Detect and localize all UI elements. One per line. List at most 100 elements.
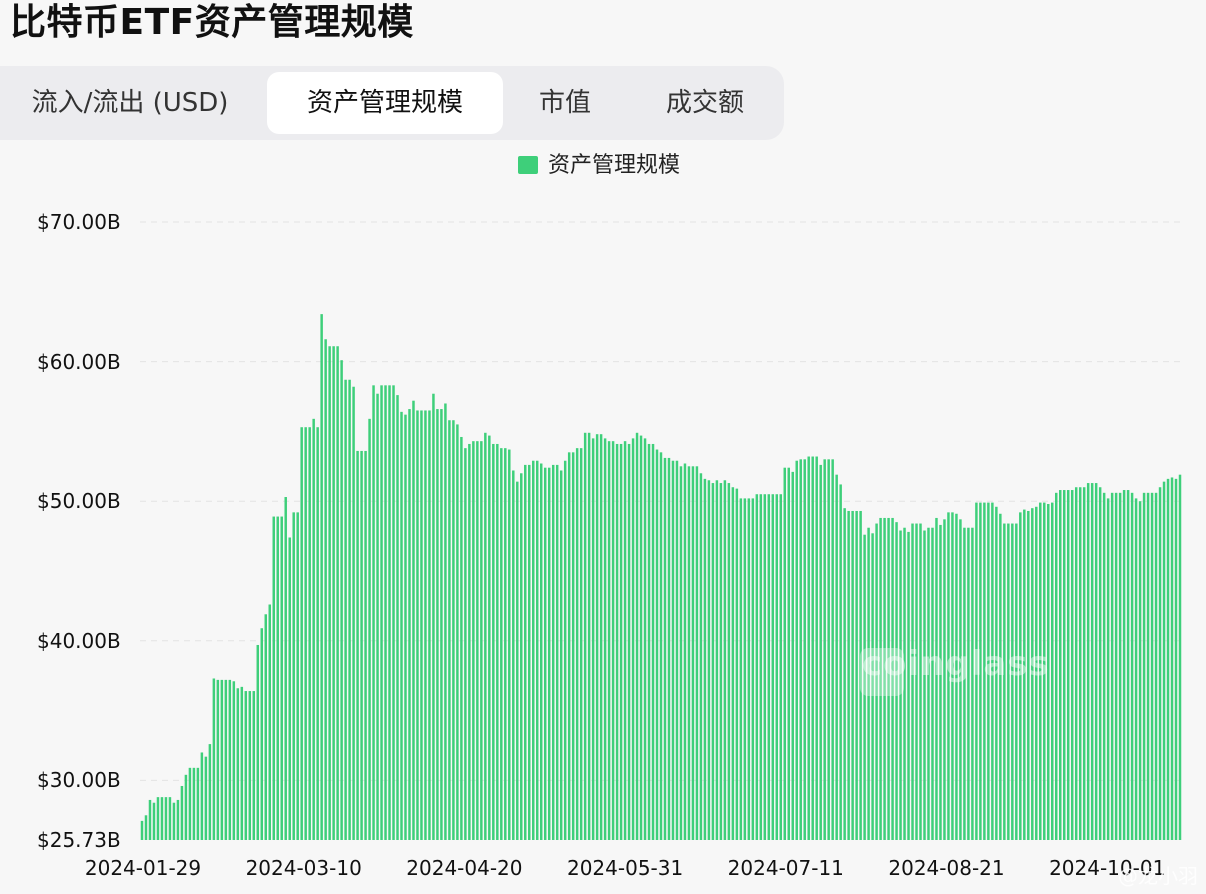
aum-bar[interactable]: [296, 512, 299, 840]
aum-bar[interactable]: [496, 443, 499, 840]
aum-bar[interactable]: [539, 463, 543, 841]
aum-bar[interactable]: [563, 460, 567, 840]
aum-bar[interactable]: [144, 815, 148, 840]
aum-bar[interactable]: [743, 498, 747, 840]
aum-bar[interactable]: [196, 767, 200, 840]
aum-bar[interactable]: [851, 510, 854, 840]
aum-bar[interactable]: [631, 438, 635, 840]
aum-bar[interactable]: [751, 498, 755, 840]
aum-bar[interactable]: [500, 448, 503, 840]
aum-bar[interactable]: [659, 452, 663, 840]
aum-bar[interactable]: [627, 443, 631, 840]
aum-bar[interactable]: [591, 438, 595, 840]
aum-bar[interactable]: [855, 510, 858, 840]
aum-bar[interactable]: [1150, 492, 1154, 840]
aum-bar[interactable]: [1146, 492, 1150, 840]
aum-bar[interactable]: [715, 480, 719, 840]
aum-bar[interactable]: [336, 346, 339, 840]
aum-bar[interactable]: [328, 346, 331, 840]
aum-bar[interactable]: [775, 494, 779, 840]
aum-bar[interactable]: [1098, 487, 1102, 840]
aum-bar[interactable]: [228, 679, 232, 840]
aum-bar[interactable]: [424, 410, 427, 840]
aum-bar[interactable]: [803, 459, 806, 840]
aum-bar[interactable]: [192, 767, 196, 840]
aum-bar[interactable]: [312, 418, 315, 840]
aum-bar[interactable]: [304, 427, 307, 840]
aum-bar[interactable]: [547, 467, 551, 840]
aum-bar[interactable]: [468, 443, 471, 840]
aum-bar[interactable]: [276, 516, 279, 840]
aum-bar[interactable]: [671, 460, 675, 840]
aum-bar[interactable]: [532, 460, 535, 840]
aum-bar[interactable]: [707, 480, 711, 840]
aum-bar[interactable]: [208, 744, 212, 840]
aum-bar[interactable]: [1126, 490, 1130, 840]
aum-bar[interactable]: [244, 691, 248, 840]
aum-bar[interactable]: [675, 460, 679, 840]
aum-bar[interactable]: [248, 691, 252, 840]
aum-bar[interactable]: [739, 498, 743, 840]
aum-bar[interactable]: [492, 443, 495, 840]
aum-bar[interactable]: [1051, 502, 1054, 840]
aum-bar[interactable]: [1130, 492, 1134, 840]
aum-bar[interactable]: [400, 411, 403, 840]
aum-bar[interactable]: [280, 516, 283, 840]
aum-bar[interactable]: [320, 314, 323, 840]
aum-bar[interactable]: [292, 512, 295, 840]
aum-bar[interactable]: [520, 473, 523, 840]
aum-bar[interactable]: [575, 448, 579, 840]
aum-bar[interactable]: [727, 483, 731, 840]
aum-bar[interactable]: [1118, 492, 1122, 840]
aum-bar[interactable]: [1162, 481, 1166, 840]
aum-bar[interactable]: [1166, 478, 1170, 840]
aum-bar[interactable]: [412, 400, 415, 840]
aum-bar[interactable]: [448, 420, 451, 840]
aum-bar[interactable]: [252, 691, 256, 840]
aum-bar[interactable]: [639, 435, 643, 840]
aum-bar[interactable]: [384, 385, 387, 840]
aum-bar[interactable]: [268, 604, 271, 841]
aum-bar[interactable]: [655, 449, 659, 840]
aum-bar[interactable]: [232, 681, 236, 840]
aum-bar[interactable]: [172, 802, 176, 840]
aum-bar[interactable]: [759, 494, 763, 840]
aum-bar[interactable]: [420, 410, 423, 840]
aum-bar[interactable]: [1086, 483, 1090, 840]
aum-bar[interactable]: [1158, 487, 1162, 840]
aum-bar[interactable]: [1070, 490, 1074, 840]
aum-bar[interactable]: [1122, 490, 1126, 840]
aum-bar[interactable]: [579, 448, 583, 840]
aum-bar[interactable]: [559, 470, 563, 840]
aum-bar[interactable]: [364, 450, 367, 840]
aum-bar[interactable]: [488, 435, 491, 840]
aum-bar[interactable]: [356, 450, 359, 840]
aum-bar[interactable]: [843, 508, 846, 840]
aum-bar[interactable]: [723, 480, 727, 840]
aum-bar[interactable]: [823, 459, 826, 840]
aum-bar[interactable]: [428, 410, 431, 840]
aum-bar[interactable]: [699, 473, 703, 840]
aum-bar[interactable]: [807, 456, 810, 840]
aum-bar[interactable]: [376, 393, 379, 840]
aum-bar[interactable]: [204, 756, 208, 840]
aum-bar[interactable]: [308, 427, 311, 840]
aum-bar[interactable]: [711, 483, 715, 840]
aum-bar[interactable]: [416, 410, 419, 840]
aum-bar[interactable]: [352, 386, 355, 840]
aum-bar[interactable]: [300, 427, 303, 840]
aum-bar[interactable]: [611, 441, 615, 840]
aum-bar[interactable]: [811, 456, 814, 840]
aum-bar[interactable]: [735, 488, 739, 840]
aum-bar[interactable]: [408, 409, 411, 840]
aum-bar[interactable]: [827, 459, 830, 840]
aum-bar[interactable]: [1178, 474, 1182, 840]
aum-bar[interactable]: [156, 797, 160, 840]
aum-bar[interactable]: [368, 418, 371, 840]
aum-bar[interactable]: [168, 797, 172, 840]
aum-bar[interactable]: [615, 443, 619, 840]
aum-bar[interactable]: [763, 494, 767, 840]
aum-bar[interactable]: [380, 385, 383, 840]
aum-bar[interactable]: [831, 459, 834, 840]
aum-bar[interactable]: [623, 441, 627, 840]
